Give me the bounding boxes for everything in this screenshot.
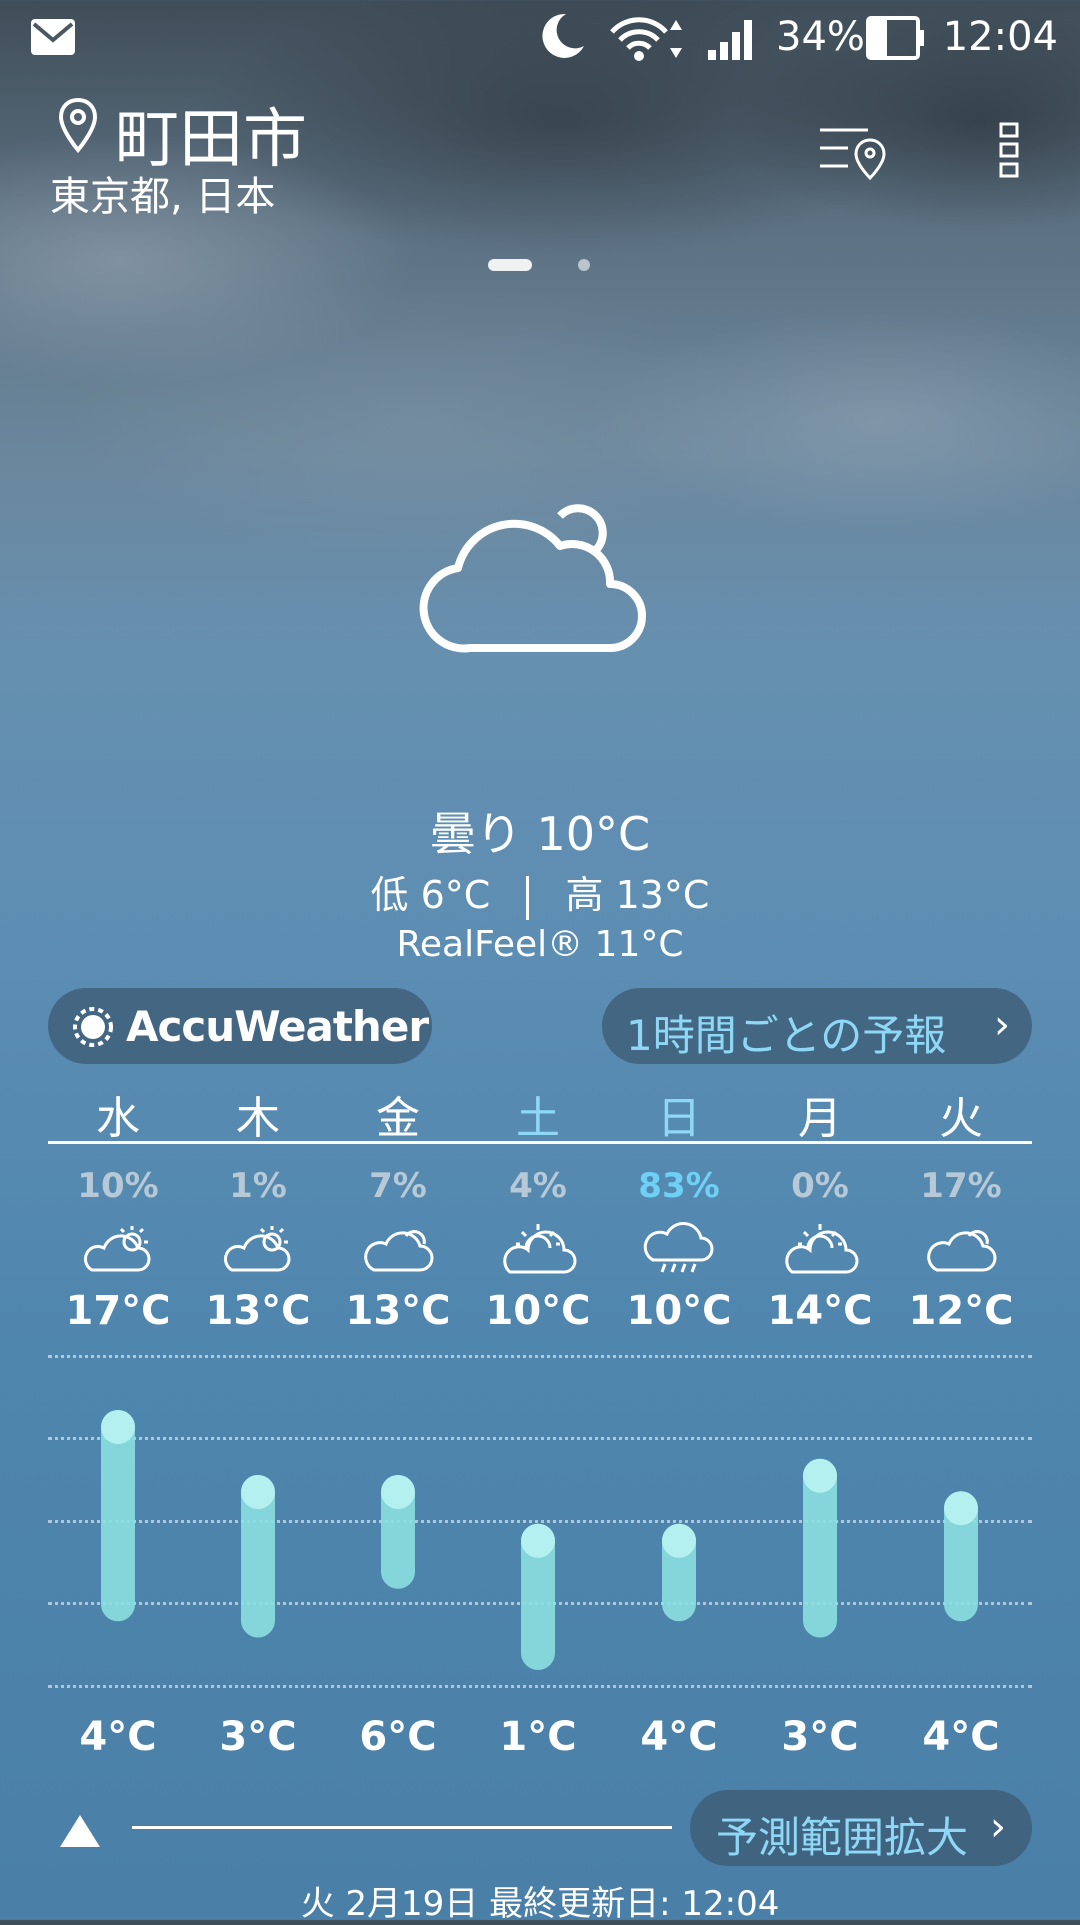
precipitation-chance: 10% — [77, 1166, 159, 1206]
collapse-arrow-icon[interactable] — [60, 1815, 100, 1847]
day-name: 土 — [516, 1093, 560, 1144]
high-temp: 14°C — [767, 1288, 873, 1334]
day-name: 金 — [376, 1093, 420, 1144]
accuweather-label: AccuWeather — [126, 1002, 429, 1051]
hourly-forecast-button[interactable]: 1時間ごとの予報 › — [602, 988, 1032, 1064]
day-name: 木 — [236, 1093, 280, 1144]
day-name: 月 — [798, 1093, 842, 1144]
cloud-icon — [364, 1230, 434, 1272]
accuweather-button[interactable]: AccuWeather — [48, 988, 432, 1064]
sun-behind-cloud-icon — [503, 1224, 577, 1274]
expand-forecast-button[interactable]: 予測範囲拡大 › — [690, 1790, 1032, 1866]
status-bar: 34% 12:04 — [0, 0, 1080, 80]
high-temp: 13°C — [345, 1288, 451, 1334]
temp-range-cap — [803, 1458, 837, 1493]
high-temp: 17°C — [65, 1288, 171, 1334]
last-updated: 火 2月19日 最終更新日: 12:04 — [300, 1884, 780, 1924]
day-name: 日 — [657, 1093, 701, 1144]
wifi-icon — [610, 17, 682, 61]
high-temp: 10°C — [626, 1288, 732, 1334]
low-temp: 1°C — [499, 1714, 577, 1760]
precipitation-chance: 17% — [920, 1166, 1002, 1206]
battery-percent: 34% — [776, 14, 865, 60]
low-temp: 6°C — [359, 1714, 437, 1760]
precipitation-chance: 4% — [509, 1166, 567, 1206]
signal-icon — [708, 20, 752, 60]
low-temp: 4°C — [79, 1714, 157, 1760]
temp-range-cap — [944, 1491, 978, 1526]
partly-cloudy-icon — [83, 1226, 151, 1272]
battery-icon — [866, 16, 924, 60]
high-temp: 13°C — [205, 1288, 311, 1334]
moon-icon — [542, 13, 584, 58]
temperature-range-chart — [101, 1410, 978, 1670]
precipitation-chance: 0% — [791, 1166, 849, 1206]
day-name: 火 — [939, 1093, 983, 1144]
temp-range-cap — [101, 1410, 135, 1444]
location-pin-icon — [58, 97, 98, 154]
low-temp: 3°C — [781, 1714, 859, 1760]
page-indicator-active[interactable] — [488, 259, 532, 271]
low-temp: 3°C — [219, 1714, 297, 1760]
high-temp: 10°C — [485, 1288, 591, 1334]
temp-range-cap — [381, 1475, 415, 1509]
high-temp: 12°C — [908, 1288, 1014, 1334]
chevron-right-icon: › — [990, 1804, 1006, 1850]
page-indicator[interactable] — [578, 259, 590, 271]
low-temp: 4°C — [922, 1714, 1000, 1760]
low-high-temperature: 低 6°C 高 13°C — [0, 864, 1080, 920]
clock: 12:04 — [942, 14, 1058, 60]
day-name: 水 — [96, 1093, 140, 1144]
current-condition: 曇り 10°C — [429, 807, 651, 861]
sun-icon — [73, 1007, 113, 1047]
low-temp: 4°C — [640, 1714, 718, 1760]
precipitation-chance: 7% — [369, 1166, 427, 1206]
chart-gridline — [48, 1355, 1032, 1358]
precipitation-chance: 1% — [229, 1166, 287, 1206]
partly-cloudy-icon — [223, 1226, 291, 1272]
region-name: 東京都, 日本 — [50, 174, 276, 220]
more-options-button[interactable] — [998, 122, 1022, 178]
temp-range-cap — [662, 1523, 696, 1558]
precipitation-chance: 83% — [638, 1166, 720, 1206]
expand-forecast-label: 予測範囲拡大 — [716, 1813, 969, 1862]
cloud-icon — [927, 1230, 997, 1272]
temp-range-cap — [521, 1523, 555, 1558]
hourly-forecast-label: 1時間ごとの予報 — [626, 1011, 947, 1060]
realfeel-temperature: RealFeel® 11°C — [396, 924, 684, 965]
header-divider — [48, 1141, 1032, 1144]
sun-behind-cloud-icon — [785, 1224, 859, 1274]
high-temperature: 高 13°C — [565, 873, 710, 917]
low-temperature: 低 6°C — [370, 873, 491, 917]
range-line — [132, 1826, 672, 1829]
temp-range-cap — [241, 1475, 275, 1509]
location-list-button[interactable] — [818, 122, 888, 180]
cloud-icon — [419, 504, 646, 653]
rain-icon — [643, 1222, 714, 1273]
mail-icon — [31, 19, 75, 55]
divider — [526, 875, 530, 920]
chevron-right-icon: › — [994, 1002, 1010, 1048]
